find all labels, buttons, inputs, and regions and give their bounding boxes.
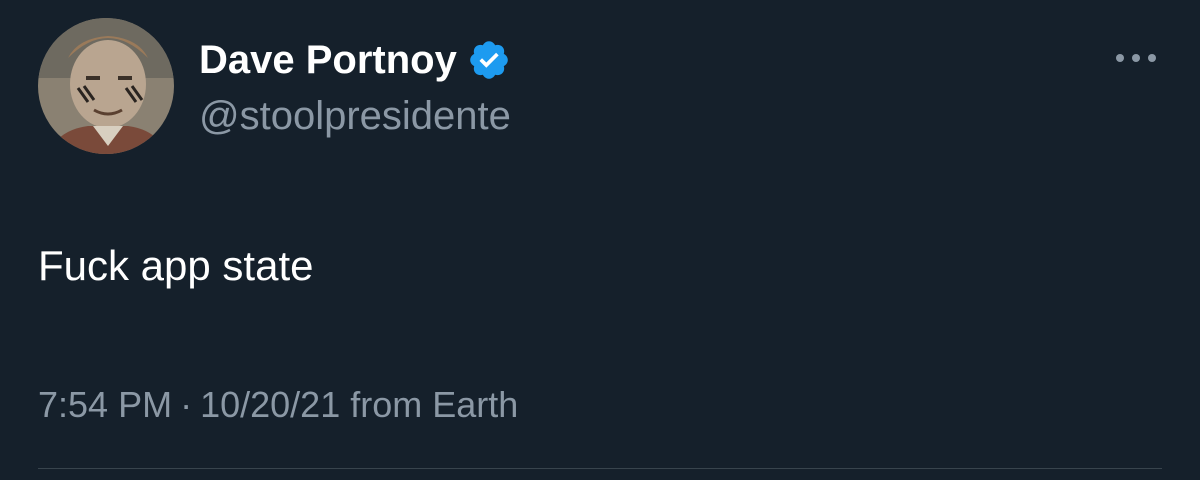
tweet-card: Dave Portnoy @stoolpresidente Fuck app s… xyxy=(0,0,1200,480)
user-handle[interactable]: @stoolpresidente xyxy=(199,92,511,140)
avatar[interactable] xyxy=(38,18,174,154)
more-options-icon[interactable] xyxy=(1112,44,1160,72)
meta-separator: · xyxy=(180,384,193,425)
divider xyxy=(38,468,1162,469)
name-row: Dave Portnoy xyxy=(199,36,511,84)
tweet-source: from Earth xyxy=(350,384,519,425)
tweet-text: Fuck app state xyxy=(38,242,314,289)
verified-badge-icon xyxy=(467,38,511,82)
display-name[interactable]: Dave Portnoy xyxy=(199,36,457,84)
tweet-metadata: 7:54 PM · 10/20/21 from Earth xyxy=(38,382,518,428)
tweet-time[interactable]: 7:54 PM xyxy=(38,384,172,425)
profile-photo xyxy=(38,18,174,154)
tweet-date[interactable]: 10/20/21 xyxy=(200,384,340,425)
